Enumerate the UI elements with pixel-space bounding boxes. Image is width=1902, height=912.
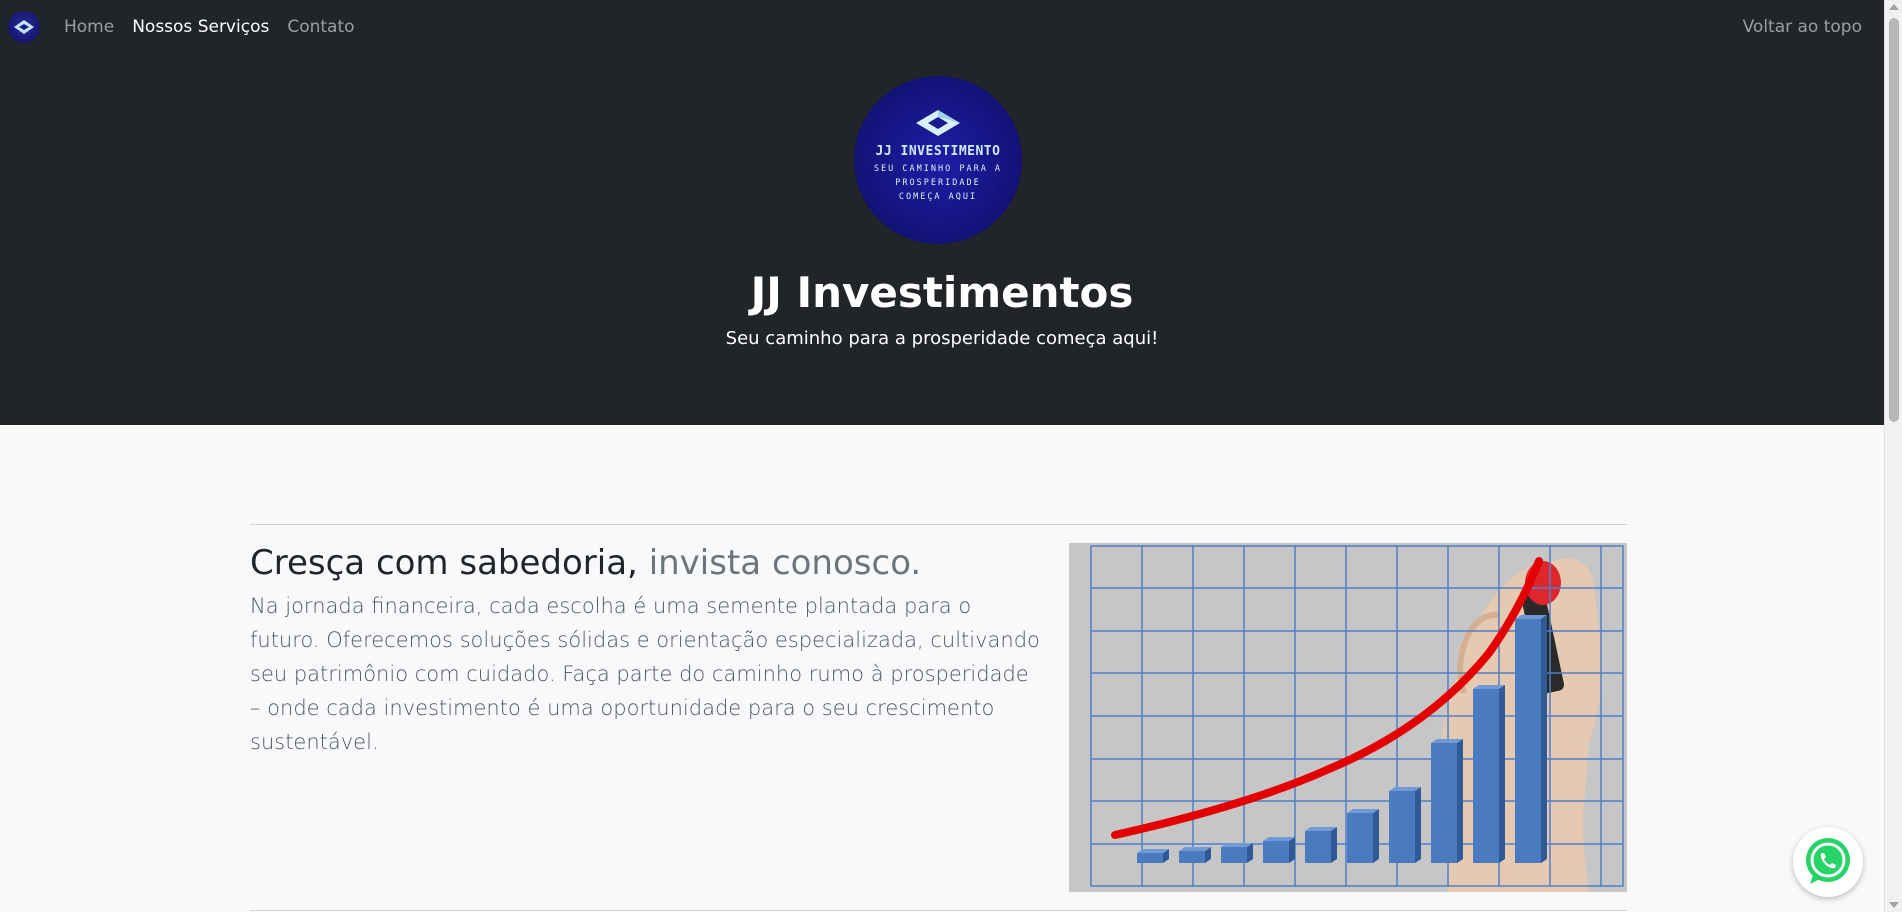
feature-heading-main: Cresça com sabedoria,	[250, 543, 638, 583]
nav-link-home[interactable]: Home	[64, 17, 114, 37]
scroll-down-icon[interactable]	[1889, 902, 1899, 908]
page-scrollbar[interactable]	[1884, 0, 1902, 912]
logo-name: JJ INVESTIMENTO	[875, 144, 1001, 159]
logo-tagline: SEU CAMINHO PARA A PROSPERIDADE COMEÇA A…	[873, 164, 1003, 202]
feature-heading: Cresça com sabedoria, invista conosco.	[250, 543, 921, 583]
nav-link-services[interactable]: Nossos Serviços	[132, 17, 269, 37]
section-divider-top	[250, 524, 1627, 525]
logo-diamond-icon	[916, 110, 960, 136]
feature-heading-muted: invista conosco.	[648, 543, 922, 583]
growth-chart-illustration	[1069, 543, 1627, 892]
nav-links: Home Nossos Serviços Contato	[64, 17, 355, 37]
whatsapp-button[interactable]	[1793, 827, 1863, 897]
scrollbar-thumb[interactable]	[1889, 18, 1899, 422]
feature-text: Na jornada financeira, cada escolha é um…	[250, 594, 1040, 754]
hero-logo: JJ INVESTIMENTO SEU CAMINHO PARA A PROSP…	[854, 76, 1022, 244]
whatsapp-icon	[1806, 838, 1850, 884]
nav-link-contact[interactable]: Contato	[287, 17, 354, 37]
back-to-top-link[interactable]: Voltar ao topo	[1743, 17, 1862, 37]
page-title: JJ Investimentos	[750, 268, 1134, 317]
page-subtitle: Seu caminho para a prosperidade começa a…	[725, 328, 1159, 349]
hero-section: JJ INVESTIMENTO SEU CAMINHO PARA A PROSP…	[0, 54, 1884, 425]
section-divider-bottom	[250, 910, 1627, 911]
top-navbar: Home Nossos Serviços Contato Voltar ao t…	[0, 0, 1884, 54]
scroll-up-icon[interactable]	[1889, 4, 1899, 10]
jj-logo-icon[interactable]	[8, 11, 40, 43]
